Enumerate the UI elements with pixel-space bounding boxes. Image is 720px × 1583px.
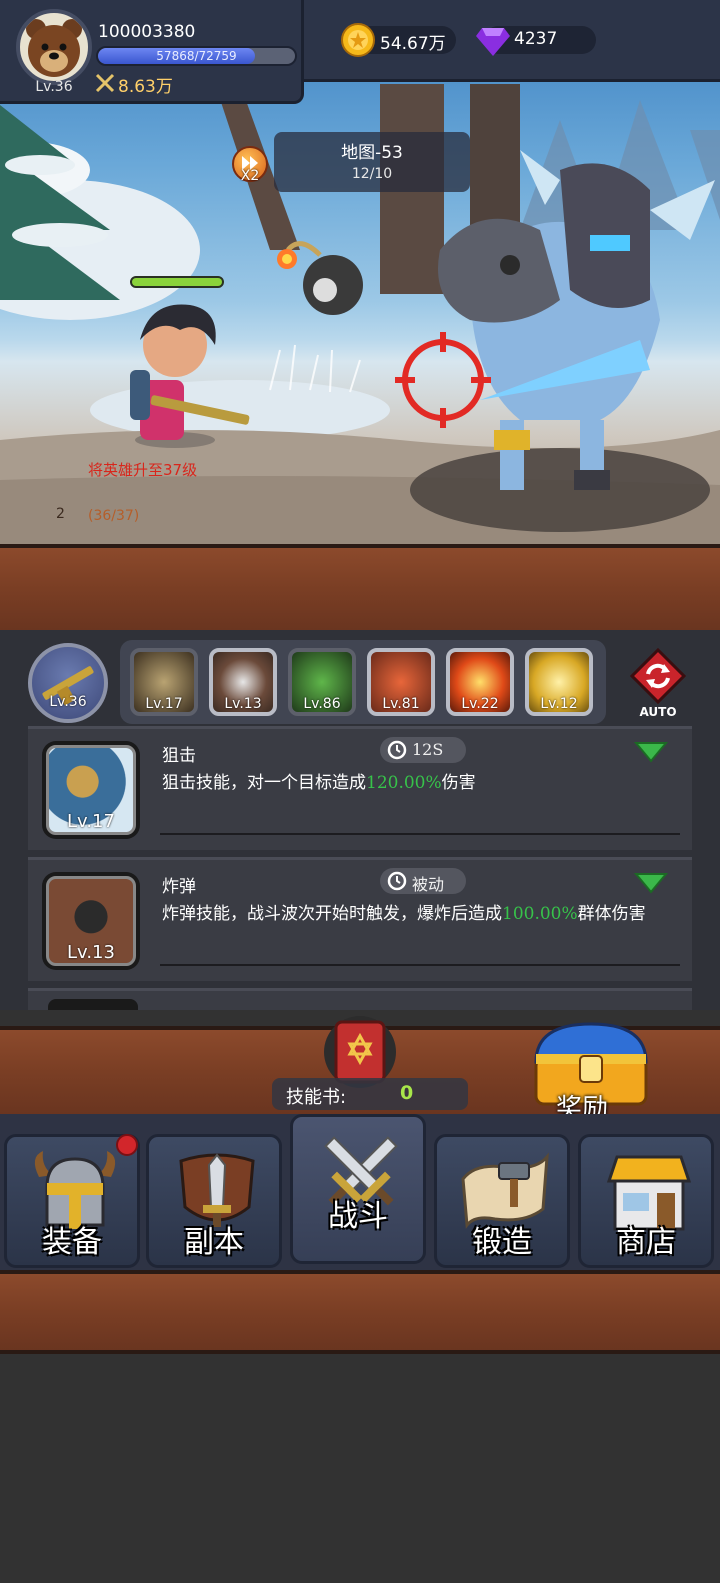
nav-label: 副本 (184, 1225, 244, 1260)
skill-book-label: 技能书: (286, 1087, 347, 1108)
crossed-swords-icon (95, 73, 115, 93)
weapon-slot[interactable] (28, 643, 108, 723)
skill-damage-value: 120.00% (366, 773, 442, 793)
skill-name: 狙击 (162, 746, 196, 766)
gold-coin-icon (341, 23, 375, 57)
game-screen: X2 地图-53 12/10 2 将英雄升至37级 (36/37) Lv.36 … (0, 0, 720, 1583)
player-level: Lv.36 (35, 79, 73, 95)
xp-bar: 57868/72759 (96, 46, 297, 66)
skill-slot-level: Lv.13 (224, 696, 262, 712)
auto-button[interactable] (630, 648, 686, 704)
weapon-level: Lv.36 (49, 694, 87, 710)
expand-caret-icon[interactable] (634, 741, 668, 763)
gold-amount: 54.67万 (380, 34, 446, 54)
skill-slot-level: Lv.81 (382, 696, 420, 712)
skill-slot-explosion[interactable]: Lv.81 (367, 648, 435, 716)
hero-health-fill (132, 278, 222, 286)
map-name: 地图-53 (341, 143, 403, 163)
skill-divider (160, 964, 680, 966)
bomb-icon: Lv.13 (46, 876, 136, 966)
clock-icon (387, 740, 407, 760)
skill-cooldown-text: 被动 (412, 875, 445, 894)
skill-icon-frame: Lv.17 (42, 741, 140, 839)
skill-slot-level: Lv.86 (303, 696, 341, 712)
skill-icon-frame (48, 999, 138, 1010)
stage-info: 地图-53 12/10 (274, 132, 470, 192)
skill-card-sniper[interactable]: Lv.17 狙击 12S 狙击技能，对一个目标造成120.00%伤害 (28, 726, 692, 850)
skill-slot-fireball[interactable]: Lv.22 (446, 648, 514, 716)
skill-icon-level: Lv.13 (67, 942, 115, 963)
wood-divider-top (0, 544, 720, 634)
skill-description-text: 炸弹技能，战斗波次开始时触发，爆炸后造成 (162, 904, 502, 924)
skill-book-count: 0 (400, 1082, 414, 1104)
notification-badge (116, 1134, 138, 1156)
skill-slot-level: Lv.22 (461, 696, 499, 712)
skill-description-text: 狙击技能，对一个目标造成 (162, 773, 366, 793)
nav-dungeon[interactable]: 副本 (146, 1134, 282, 1268)
nav-label: 战斗 (328, 1199, 388, 1234)
nav-label: 商店 (616, 1225, 676, 1260)
nav-shop[interactable]: 商店 (578, 1134, 714, 1268)
clock-icon (387, 871, 407, 891)
skill-slot-sniper[interactable]: Lv.17 (130, 648, 198, 716)
nav-forge[interactable]: 锻造 (434, 1134, 570, 1268)
gem-counter[interactable]: 4237 (476, 26, 596, 56)
skill-card-partial[interactable] (28, 988, 692, 1010)
skill-divider (160, 833, 680, 835)
hero-health-bar (130, 276, 224, 288)
sniper-icon: Lv.17 (46, 745, 136, 835)
skill-slot-level: Lv.12 (540, 696, 578, 712)
skill-card-bomb[interactable]: Lv.13 炸弹 被动 炸弹技能，战斗波次开始时触发，爆炸后造成100.00%群… (28, 857, 692, 981)
skill-slot-bomb[interactable]: Lv.13 (209, 648, 277, 716)
skill-book-counter: 技能书: 0 (272, 1078, 468, 1110)
skill-cooldown: 12S (380, 737, 466, 763)
bear-avatar-icon (26, 19, 82, 77)
gold-counter[interactable]: 54.67万 (341, 23, 456, 57)
player-avatar[interactable] (16, 9, 92, 85)
nav-label: 装备 (42, 1225, 102, 1260)
xp-text: 57868/72759 (156, 49, 237, 63)
quest-reward-count: 2 (56, 506, 65, 522)
skill-slot-lightning[interactable]: Lv.12 (525, 648, 593, 716)
expand-caret-icon[interactable] (634, 872, 668, 894)
skill-cooldown: 被动 (380, 868, 466, 894)
player-id: 100003380 (98, 22, 196, 42)
gem-amount: 4237 (514, 29, 558, 49)
purple-gem-icon (476, 28, 510, 56)
skill-icon-level: Lv.17 (67, 811, 115, 832)
speed-multiplier: X2 (240, 168, 260, 184)
skill-description: 炸弹技能，战斗波次开始时触发，爆炸后造成100.00%群体伤害 (162, 902, 682, 927)
wave-progress: 12/10 (351, 166, 393, 182)
nav-equipment[interactable]: 装备 (4, 1134, 140, 1268)
quest-progress: (36/37) (88, 508, 140, 524)
nav-battle[interactable]: 战斗 (290, 1114, 426, 1264)
wood-divider-bottom (0, 1270, 720, 1354)
skill-description: 狙击技能，对一个目标造成120.00%伤害 (162, 771, 682, 796)
auto-label: AUTO (639, 705, 677, 719)
skill-icon-frame: Lv.13 (42, 872, 140, 970)
combat-power: 8.63万 (118, 77, 173, 97)
empty-footer (0, 1354, 720, 1583)
skill-damage-value: 100.00% (502, 904, 578, 924)
skill-description-suffix: 伤害 (441, 773, 476, 793)
skill-description-suffix: 群体伤害 (577, 904, 646, 924)
skill-slot-poison[interactable]: Lv.86 (288, 648, 356, 716)
skill-cooldown-text: 12S (412, 740, 444, 759)
skill-name: 炸弹 (162, 877, 196, 897)
skill-slot-level: Lv.17 (145, 696, 183, 712)
nav-label: 锻造 (472, 1225, 532, 1260)
quest-title: 将英雄升至37级 (88, 461, 198, 479)
